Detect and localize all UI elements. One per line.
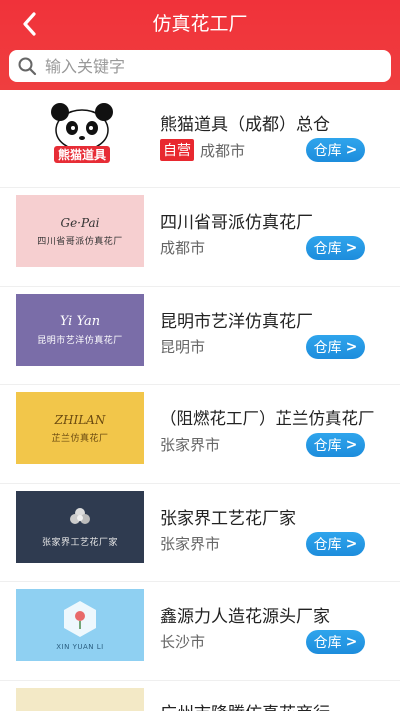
header-bar: 仿真花工厂 — [0, 0, 400, 90]
store-button-label: 仓库 — [313, 143, 342, 159]
list-item[interactable]: Ge·Pai 四川省哥派仿真花厂 四川省哥派仿真花厂 成都市 仓库 > — [0, 188, 400, 287]
store-button[interactable]: 仓库 > — [306, 138, 365, 162]
zhilan-logo-text: ZHILAN — [54, 412, 106, 427]
list-item[interactable]: Yi Yan 昆明市艺洋仿真花厂 昆明市艺洋仿真花厂 昆明市 仓库 > — [0, 287, 400, 386]
store-thumbnail: 张家界工艺花厂家 — [16, 490, 144, 563]
store-city: 成都市 — [160, 239, 206, 257]
store-button[interactable]: 仓库 > — [306, 531, 365, 556]
store-button[interactable]: 仓库 > — [306, 334, 365, 359]
back-button[interactable] — [12, 8, 48, 40]
store-button[interactable]: 仓库 > — [306, 433, 365, 458]
store-name: 昆明市艺洋仿真花厂 — [160, 311, 313, 332]
store-city: 成都市 — [200, 141, 246, 160]
search-icon — [18, 57, 37, 76]
thumbnail-caption: 芷兰仿真花厂 — [51, 433, 109, 444]
store-city: 张家界市 — [160, 436, 221, 455]
store-button-label: 仓库 — [313, 536, 342, 553]
gepai-logo-text: Ge·Pai — [60, 215, 100, 230]
list-item[interactable]: ZHILAN 芷兰仿真花厂 （阻燃花工厂）芷兰仿真花厂 张家界市 仓库 > — [0, 385, 400, 484]
list-item[interactable]: 广州市隆腾仿真花商行 — [0, 681, 400, 711]
store-button[interactable]: 仓库 > — [306, 236, 365, 260]
store-city: 张家界市 — [160, 534, 221, 553]
store-thumbnail: ZHILAN 芷兰仿真花厂 — [16, 392, 144, 465]
chevron-right-icon: > — [345, 634, 358, 651]
list-item[interactable]: XIN YUAN LI 鑫源力人造花源头厂家 长沙市 仓库 > — [0, 582, 400, 681]
store-name: 广州市隆腾仿真花商行 — [160, 699, 330, 711]
store-meta: 昆明市 — [160, 336, 205, 357]
yiyan-logo-text: Yi Yan — [59, 313, 101, 329]
panda-logo-text: 熊猫道具 — [53, 145, 110, 163]
search-input[interactable] — [45, 56, 365, 76]
store-city: 昆明市 — [160, 337, 206, 356]
store-thumbnail: 熊猫道具 — [40, 95, 124, 167]
store-meta: 自营 成都市 — [160, 139, 245, 161]
store-name: 鑫源力人造花源头厂家 — [160, 607, 330, 628]
thumbnail-caption: 昆明市艺洋仿真花厂 — [37, 335, 123, 346]
store-button-label: 仓库 — [313, 438, 342, 455]
store-name: 张家界工艺花厂家 — [160, 508, 296, 529]
store-thumbnail: Ge·Pai 四川省哥派仿真花厂 — [16, 195, 144, 267]
chevron-right-icon: > — [345, 437, 358, 454]
store-button-label: 仓库 — [313, 241, 342, 257]
store-thumbnail: Yi Yan 昆明市艺洋仿真花厂 — [16, 293, 144, 366]
flower-logo-icon — [70, 508, 90, 525]
chevron-right-icon: > — [345, 240, 358, 256]
store-thumbnail: XIN YUAN LI — [16, 589, 144, 662]
chevron-right-icon: > — [345, 535, 358, 552]
store-meta: 成都市 — [160, 237, 205, 258]
store-button[interactable]: 仓库 > — [306, 630, 365, 655]
flower-badge-icon — [64, 601, 96, 638]
factory-list: 熊猫道具 熊猫道具（成都）总仓 自营 成都市 仓库 > Ge·Pai 四川省哥派… — [0, 90, 400, 711]
thumbnail-caption: 四川省哥派仿真花厂 — [37, 236, 123, 247]
store-meta: 张家界市 — [160, 533, 220, 554]
list-item[interactable]: 张家界工艺花厂家 张家界工艺花厂家 张家界市 仓库 > — [0, 484, 400, 583]
store-name: 四川省哥派仿真花厂 — [160, 213, 313, 233]
store-button-label: 仓库 — [313, 635, 342, 652]
store-meta: 长沙市 — [160, 631, 205, 652]
store-city: 长沙市 — [160, 633, 206, 652]
page-title: 仿真花工厂 — [152, 13, 248, 35]
store-button-label: 仓库 — [313, 339, 342, 356]
self-operated-badge: 自营 — [160, 139, 194, 161]
chevron-right-icon: > — [345, 338, 358, 355]
thumbnail-caption: XIN YUAN LI — [56, 643, 104, 652]
search-bar[interactable] — [9, 50, 391, 82]
thumbnail-caption: 张家界工艺花厂家 — [41, 538, 118, 549]
store-thumbnail — [16, 687, 144, 711]
store-name: （阻燃花工厂）芷兰仿真花厂 — [160, 409, 375, 429]
panda-logo-icon — [51, 102, 113, 150]
chevron-right-icon: > — [345, 142, 358, 158]
store-name: 熊猫道具（成都）总仓 — [160, 115, 330, 135]
store-meta: 张家界市 — [160, 434, 220, 455]
back-arrow-icon — [23, 12, 36, 36]
list-item[interactable]: 熊猫道具 熊猫道具（成都）总仓 自营 成都市 仓库 > — [0, 90, 400, 188]
